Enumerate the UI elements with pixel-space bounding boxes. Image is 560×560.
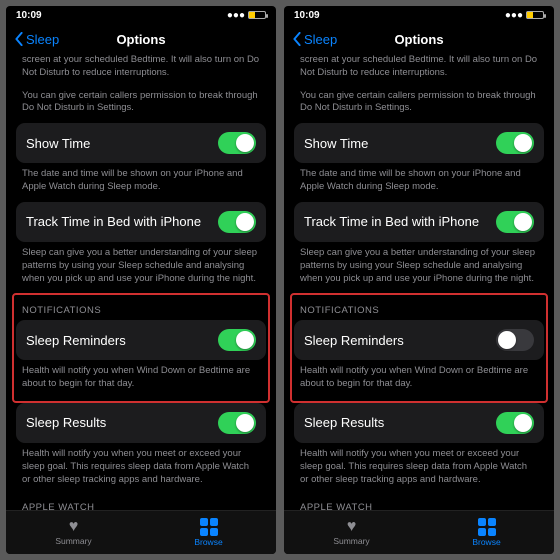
tab-browse[interactable]: Browse <box>141 511 276 554</box>
tab-summary-label: Summary <box>55 536 91 546</box>
heart-icon: ♥ <box>69 519 79 535</box>
sleep-results-note: Health will notify you when you meet or … <box>16 443 266 494</box>
signal-icon: ●●● <box>505 10 523 21</box>
apple-watch-header: APPLE WATCH <box>294 494 544 510</box>
notifications-header: NOTIFICATIONS <box>16 297 266 320</box>
chevron-left-icon <box>14 32 24 46</box>
status-time: 10:09 <box>16 10 42 21</box>
battery-icon <box>526 11 544 19</box>
chevron-left-icon <box>292 32 302 46</box>
sleep-reminders-cell: Sleep Reminders <box>294 320 544 360</box>
show-time-toggle[interactable] <box>218 132 256 154</box>
sleep-reminders-note: Health will notify you when Wind Down or… <box>294 360 544 399</box>
show-time-cell: Show Time <box>16 123 266 163</box>
tab-summary[interactable]: ♥Summary <box>284 511 419 554</box>
nav-bar: SleepOptions <box>6 24 276 54</box>
sleep-results-cell: Sleep Results <box>294 403 544 443</box>
show-time-label: Show Time <box>304 136 368 151</box>
track-time-toggle[interactable] <box>218 211 256 233</box>
status-bar: 10:09 ●●● <box>284 6 554 24</box>
track-time-cell: Track Time in Bed with iPhone <box>16 202 266 242</box>
sleep-results-label: Sleep Results <box>304 415 384 430</box>
track-time-note: Sleep can give you a better understandin… <box>16 242 266 293</box>
track-time-label: Track Time in Bed with iPhone <box>304 214 479 229</box>
tab-browse-label: Browse <box>472 537 500 547</box>
battery-icon <box>248 11 266 19</box>
track-time-label: Track Time in Bed with iPhone <box>26 214 201 229</box>
apple-watch-header: APPLE WATCH <box>16 494 266 510</box>
nav-bar: SleepOptions <box>284 24 554 54</box>
tab-browse-label: Browse <box>194 537 222 547</box>
highlight-box: NOTIFICATIONS Sleep Reminders Health will … <box>290 293 548 403</box>
track-time-toggle[interactable] <box>496 211 534 233</box>
sleep-reminders-cell: Sleep Reminders <box>16 320 266 360</box>
sleep-reminders-toggle[interactable] <box>218 329 256 351</box>
permission-note: You can give certain callers permission … <box>294 85 544 124</box>
tab-summary-label: Summary <box>333 536 369 546</box>
tab-summary[interactable]: ♥Summary <box>6 511 141 554</box>
heart-icon: ♥ <box>347 519 357 535</box>
status-bar: 10:09 ●●● <box>6 6 276 24</box>
notifications-header: NOTIFICATIONS <box>294 297 544 320</box>
sleep-results-toggle[interactable] <box>218 412 256 434</box>
sleep-results-cell: Sleep Results <box>16 403 266 443</box>
sleep-reminders-label: Sleep Reminders <box>26 333 126 348</box>
grid-icon <box>200 518 218 536</box>
track-time-cell: Track Time in Bed with iPhone <box>294 202 544 242</box>
show-time-note: The date and time will be shown on your … <box>294 163 544 202</box>
sleep-reminders-toggle[interactable] <box>496 329 534 351</box>
sleep-reminders-label: Sleep Reminders <box>304 333 404 348</box>
status-right: ●●● <box>505 10 544 21</box>
status-right: ●●● <box>227 10 266 21</box>
highlight-box: NOTIFICATIONS Sleep Reminders Health will … <box>12 293 270 403</box>
tab-bar: ♥Summary Browse <box>284 510 554 554</box>
sleep-reminders-note: Health will notify you when Wind Down or… <box>16 360 266 399</box>
grid-icon <box>478 518 496 536</box>
signal-icon: ●●● <box>227 10 245 21</box>
tab-browse[interactable]: Browse <box>419 511 554 554</box>
back-label: Sleep <box>26 32 59 47</box>
truncated-line: screen at your scheduled Bedtime. It wil… <box>294 54 544 85</box>
truncated-line: screen at your scheduled Bedtime. It wil… <box>16 54 266 85</box>
sleep-results-note: Health will notify you when you meet or … <box>294 443 544 494</box>
sleep-results-toggle[interactable] <box>496 412 534 434</box>
sleep-results-label: Sleep Results <box>26 415 106 430</box>
track-time-note: Sleep can give you a better understandin… <box>294 242 544 293</box>
show-time-label: Show Time <box>26 136 90 151</box>
show-time-note: The date and time will be shown on your … <box>16 163 266 202</box>
scroll-content[interactable]: screen at your scheduled Bedtime. It wil… <box>284 54 554 510</box>
status-time: 10:09 <box>294 10 320 21</box>
show-time-toggle[interactable] <box>496 132 534 154</box>
permission-note: You can give certain callers permission … <box>16 85 266 124</box>
back-label: Sleep <box>304 32 337 47</box>
back-button[interactable]: Sleep <box>292 32 337 47</box>
back-button[interactable]: Sleep <box>14 32 59 47</box>
tab-bar: ♥Summary Browse <box>6 510 276 554</box>
scroll-content[interactable]: screen at your scheduled Bedtime. It wil… <box>6 54 276 510</box>
show-time-cell: Show Time <box>294 123 544 163</box>
